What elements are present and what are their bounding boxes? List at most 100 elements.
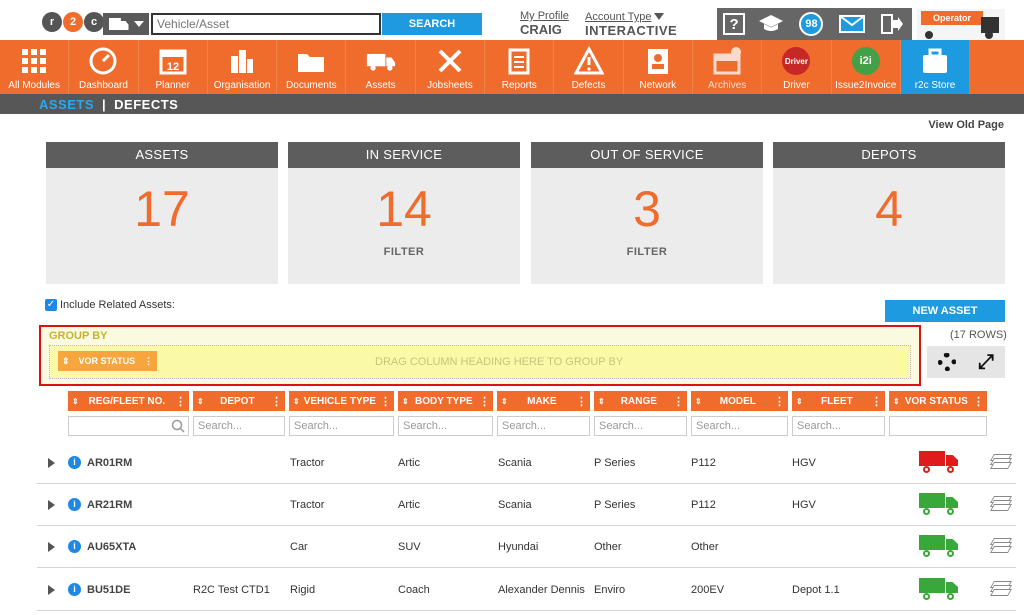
- search-button[interactable]: SEARCH: [382, 13, 482, 35]
- gear-icon[interactable]: [938, 353, 956, 371]
- group-by-drop-zone[interactable]: ⇕ VOR STATUS ⋮ DRAG COLUMN HEADING HERE …: [49, 345, 911, 379]
- cell-reg[interactable]: AR01RM: [87, 457, 132, 469]
- nav-planner[interactable]: 12 Planner: [139, 40, 208, 94]
- layers-icon[interactable]: [989, 454, 1013, 470]
- tab-assets[interactable]: ASSETS: [39, 97, 94, 112]
- account-type-link[interactable]: Account Type: [585, 11, 651, 23]
- nav-network[interactable]: Network: [624, 40, 693, 94]
- sort-icon[interactable]: ⇕: [796, 397, 803, 406]
- warning-icon: [573, 46, 604, 76]
- info-icon[interactable]: i: [68, 498, 81, 511]
- column-menu-icon[interactable]: ⋮: [871, 395, 882, 408]
- layers-icon[interactable]: [989, 538, 1013, 554]
- column-header-reg[interactable]: ⇕ REG/FLEET NO. ⋮: [68, 391, 189, 411]
- filter-fleet[interactable]: Search...: [792, 416, 885, 436]
- column-menu-icon[interactable]: ⋮: [673, 395, 684, 408]
- logout-icon[interactable]: [878, 11, 906, 37]
- column-menu-icon[interactable]: ⋮: [175, 395, 186, 408]
- sort-icon[interactable]: ⇕: [293, 397, 300, 406]
- tab-separator: |: [102, 96, 107, 112]
- nav-dashboard[interactable]: Dashboard: [69, 40, 139, 94]
- column-menu-icon[interactable]: ⋮: [973, 395, 984, 408]
- stat-card-out-of-service[interactable]: OUT OF SERVICE 3 FILTER: [531, 142, 763, 284]
- archive-icon: [712, 46, 742, 76]
- filter-link[interactable]: FILTER: [288, 246, 520, 258]
- cell-reg[interactable]: AU65XTA: [87, 541, 136, 553]
- vehicle-type-dropdown[interactable]: [103, 13, 149, 35]
- expand-row-icon[interactable]: [48, 585, 55, 595]
- expand-row-icon[interactable]: [48, 542, 55, 552]
- layers-icon[interactable]: [989, 581, 1013, 597]
- filter-reg[interactable]: [68, 416, 189, 436]
- sort-icon[interactable]: ⇕: [72, 397, 79, 406]
- tab-defects[interactable]: DEFECTS: [114, 97, 178, 112]
- column-header-body-type[interactable]: ⇕ BODY TYPE ⋮: [398, 391, 493, 411]
- info-icon[interactable]: i: [68, 540, 81, 553]
- nav-archives[interactable]: Archives: [693, 40, 763, 94]
- sort-icon[interactable]: ⇕: [893, 397, 900, 406]
- sort-icon[interactable]: ⇕: [197, 397, 204, 406]
- nav-defects[interactable]: Defects: [554, 40, 624, 94]
- column-header-vehicle-type[interactable]: ⇕ VEHICLE TYPE ⋮: [289, 391, 394, 411]
- expand-row-icon[interactable]: [48, 500, 55, 510]
- expand-icon[interactable]: ⤢: [978, 351, 994, 374]
- filter-depot[interactable]: Search...: [193, 416, 285, 436]
- column-header-depot[interactable]: ⇕ DEPOT ⋮: [193, 391, 285, 411]
- filter-vor-status[interactable]: [889, 416, 987, 436]
- sort-icon[interactable]: ⇕: [501, 397, 508, 406]
- notifications-icon[interactable]: 98: [797, 11, 825, 37]
- nav-reports[interactable]: Reports: [485, 40, 555, 94]
- filter-model[interactable]: Search...: [691, 416, 788, 436]
- column-menu-icon[interactable]: ⋮: [380, 395, 391, 408]
- cell-reg[interactable]: BU51DE: [87, 584, 130, 596]
- view-old-page-link[interactable]: View Old Page: [928, 119, 1004, 131]
- column-menu-icon[interactable]: ⋮: [271, 395, 282, 408]
- table-row[interactable]: i BU51DE R2C Test CTD1 Rigid Coach Alexander …: [37, 569, 1016, 611]
- cell-reg[interactable]: AR21RM: [87, 499, 132, 511]
- sort-icon[interactable]: ⇕: [695, 397, 702, 406]
- nav-documents[interactable]: Documents: [277, 40, 347, 94]
- filter-make[interactable]: Search...: [497, 416, 590, 436]
- new-asset-button[interactable]: NEW ASSET: [885, 300, 1005, 322]
- layers-icon[interactable]: [989, 496, 1013, 512]
- graduation-cap-icon[interactable]: [757, 11, 785, 37]
- column-header-fleet[interactable]: ⇕ FLEET ⋮: [792, 391, 885, 411]
- column-header-make[interactable]: ⇕ MAKE ⋮: [497, 391, 590, 411]
- nav-driver[interactable]: Driver Driver: [762, 40, 832, 94]
- table-row[interactable]: i AR21RM Tractor Artic Scania P Series P112 HGV: [37, 484, 1016, 526]
- help-icon[interactable]: ?: [723, 13, 746, 35]
- nav-assets[interactable]: Assets: [346, 40, 416, 94]
- nav-issue2invoice[interactable]: i2i Issue2Invoice: [832, 40, 901, 94]
- column-header-vor-status[interactable]: ⇕ VOR STATUS ⋮: [889, 391, 987, 411]
- operator-badge[interactable]: Operator: [917, 9, 1005, 40]
- nav-r2c-store[interactable]: r2c Store: [900, 40, 971, 94]
- info-icon[interactable]: i: [68, 583, 81, 596]
- filter-body-type[interactable]: Search...: [398, 416, 493, 436]
- include-related-assets[interactable]: ✓ Include Related Assets:: [45, 299, 175, 311]
- expand-row-icon[interactable]: [48, 458, 55, 468]
- vehicle-search-input[interactable]: [151, 13, 381, 35]
- r2c-logo[interactable]: r2c: [42, 11, 105, 33]
- column-menu-icon[interactable]: ⋮: [144, 356, 153, 367]
- nav-all-modules[interactable]: All Modules: [0, 40, 70, 94]
- info-icon[interactable]: i: [68, 456, 81, 469]
- filter-link[interactable]: FILTER: [531, 246, 763, 258]
- mail-icon[interactable]: [838, 11, 866, 37]
- column-menu-icon[interactable]: ⋮: [774, 395, 785, 408]
- account-type-block[interactable]: Account Type INTERACTIVE: [585, 10, 677, 37]
- filter-vehicle-type[interactable]: Search...: [289, 416, 394, 436]
- group-chip-vor-status[interactable]: ⇕ VOR STATUS ⋮: [58, 351, 157, 371]
- nav-organisation[interactable]: Organisation: [208, 40, 278, 94]
- include-related-checkbox[interactable]: ✓: [45, 299, 57, 311]
- table-row[interactable]: i AR01RM Tractor Artic Scania P Series P112 HGV: [37, 442, 1016, 484]
- column-menu-icon[interactable]: ⋮: [479, 395, 490, 408]
- column-menu-icon[interactable]: ⋮: [576, 395, 587, 408]
- column-header-range[interactable]: ⇕ RANGE ⋮: [594, 391, 687, 411]
- column-header-model[interactable]: ⇕ MODEL ⋮: [691, 391, 788, 411]
- table-row[interactable]: i AU65XTA Car SUV Hyundai Other Other: [37, 526, 1016, 568]
- stat-card-in-service[interactable]: IN SERVICE 14 FILTER: [288, 142, 520, 284]
- nav-jobsheets[interactable]: Jobsheets: [416, 40, 486, 94]
- sort-icon[interactable]: ⇕: [402, 397, 409, 406]
- sort-icon[interactable]: ⇕: [598, 397, 605, 406]
- filter-range[interactable]: Search...: [594, 416, 687, 436]
